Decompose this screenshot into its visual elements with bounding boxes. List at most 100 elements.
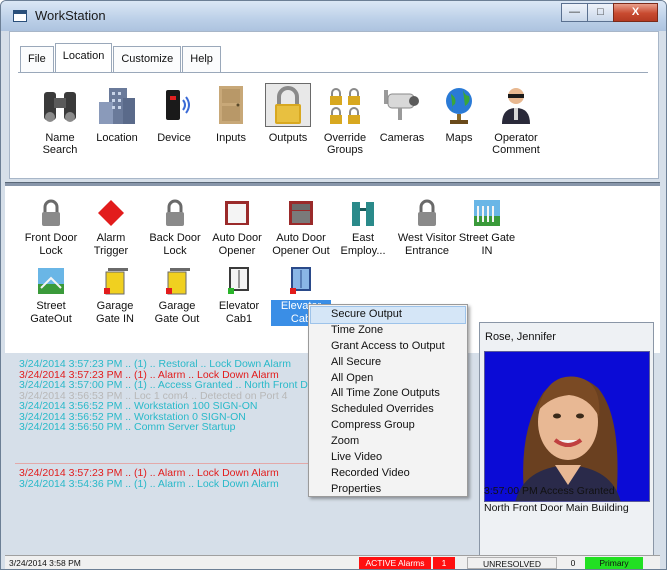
device-label: West Visitor Entrance [397, 232, 457, 257]
menu-secure-output[interactable]: Secure Output [310, 306, 466, 324]
tab-help[interactable]: Help [182, 46, 221, 72]
alarm-diamond-icon [96, 198, 126, 228]
device-label: Front Door Lock [24, 232, 78, 257]
device-label: Auto Door Opener Out [272, 232, 330, 257]
ribbon: File Location Customize Help Name Search… [9, 31, 659, 179]
device-front-door-lock[interactable]: Front Door Lock [21, 198, 81, 258]
unresolved-alarms-label[interactable]: UNRESOLVED Alarms [467, 557, 557, 569]
close-button[interactable]: X [613, 3, 658, 22]
door-icon [209, 84, 253, 126]
menu-all-open[interactable]: All Open [311, 371, 465, 387]
status-datetime: 3/24/2014 3:58 PM [9, 558, 81, 568]
tab-location[interactable]: Location [54, 43, 113, 72]
cardholder-event: 3:57:00 PM Access Granted [484, 485, 615, 497]
override-groups-label: Override Groups [323, 132, 367, 156]
alarm-log: 3/24/2014 3:57:23 PM .. (1) .. Alarm .. … [19, 468, 309, 498]
device-street-gate-out[interactable]: Street GateOut [21, 266, 81, 326]
minimize-button[interactable]: — [561, 3, 588, 22]
device-west-visitor-entrance[interactable]: West Visitor Entrance [397, 198, 457, 258]
active-alarms-count[interactable]: 1 [433, 557, 455, 569]
cardholder-location: North Front Door Main Building [484, 502, 629, 514]
auto-door-icon [222, 198, 252, 228]
menu-compress-group[interactable]: Compress Group [311, 418, 465, 434]
device-label: Alarm Trigger [93, 232, 129, 257]
maps-label: Maps [445, 132, 473, 144]
device-label: Elevator Cab1 [218, 300, 260, 325]
garage-gate-icon [100, 266, 130, 296]
outputs-button[interactable]: Outputs [260, 83, 316, 156]
location-button[interactable]: Location [89, 84, 145, 156]
device-label: Garage Gate Out [154, 300, 200, 325]
device-back-door-lock[interactable]: Back Door Lock [145, 198, 205, 258]
menu-live-video[interactable]: Live Video [311, 450, 465, 466]
device-auto-door-opener[interactable]: Auto Door Opener [207, 198, 267, 258]
maximize-button[interactable]: □ [587, 3, 614, 22]
window-controls: — □ X [561, 3, 658, 22]
menu-all-secure[interactable]: All Secure [311, 355, 465, 371]
event-row: 3/24/2014 3:56:50 PM .. Comm Server Star… [19, 421, 236, 433]
menu-properties[interactable]: Properties [311, 482, 465, 498]
globe-icon [437, 84, 481, 126]
menu-all-time-zone-outputs[interactable]: All Time Zone Outputs [311, 386, 465, 402]
tab-customize[interactable]: Customize [113, 46, 182, 72]
event-row: 3/24/2014 3:56:52 PM .. Workstation 100 … [19, 400, 258, 412]
menu-recorded-video[interactable]: Recorded Video [311, 466, 465, 482]
building-icon [95, 84, 139, 126]
padlock-icon [265, 83, 311, 127]
device-label: Street Gate IN [458, 232, 516, 257]
menu-time-zone[interactable]: Time Zone [311, 323, 465, 339]
device-label: Garage Gate IN [96, 300, 134, 325]
menu-tabs: File Location Customize Help [20, 43, 222, 72]
device-label: Street GateOut [30, 300, 72, 325]
event-log: 3/24/2014 3:57:23 PM .. (1) .. Restoral … [19, 358, 323, 459]
elevator-icon [224, 266, 254, 296]
workstation-window: WorkStation — □ X File Location Customiz… [0, 0, 667, 570]
elevator-icon [286, 266, 316, 296]
inputs-button[interactable]: Inputs [203, 84, 259, 156]
device-button[interactable]: Device [146, 84, 202, 156]
device-alarm-trigger[interactable]: Alarm Trigger [81, 198, 141, 258]
title-bar[interactable]: WorkStation — □ X [1, 1, 666, 31]
operator-comment-label: Operator Comment [492, 132, 540, 156]
device-label: Auto Door Opener [212, 232, 262, 257]
auto-door-icon [286, 198, 316, 228]
cardholder-photo [484, 351, 650, 502]
garage-gate-icon [162, 266, 192, 296]
menu-zoom[interactable]: Zoom [311, 434, 465, 450]
menu-grant-access[interactable]: Grant Access to Output [311, 339, 465, 355]
tab-divider [18, 72, 648, 73]
unresolved-alarms-count[interactable]: 0 [565, 557, 581, 569]
active-alarms-label[interactable]: ACTIVE Alarms [359, 557, 431, 569]
cameras-label: Cameras [379, 132, 425, 144]
override-groups-button[interactable]: Override Groups [317, 84, 373, 156]
maps-button[interactable]: Maps [431, 84, 487, 156]
device-elevator-cab1[interactable]: Elevator Cab1 [209, 266, 269, 326]
ribbon-toolbar: Name Search Location Device Inputs Outpu… [32, 83, 545, 156]
alarm-row[interactable]: 3/24/2014 3:54:36 PM .. (1) .. Alarm .. … [19, 479, 309, 490]
menu-scheduled-overrides[interactable]: Scheduled Overrides [311, 402, 465, 418]
cardholder-panel: Rose, Jennifer 3:57:00 PM Access Granted… [479, 322, 654, 564]
operator-comment-button[interactable]: Operator Comment [488, 84, 544, 156]
name-search-button[interactable]: Name Search [32, 84, 88, 156]
binoculars-icon [38, 84, 82, 126]
name-search-label: Name Search [42, 132, 78, 156]
window-title: WorkStation [35, 8, 106, 23]
event-row: 3/24/2014 3:57:23 PM .. (1) .. Restoral … [19, 358, 291, 370]
card-reader-icon [152, 84, 196, 126]
device-garage-gate-out[interactable]: Garage Gate Out [147, 266, 207, 326]
device-east-employee[interactable]: East Employ... [333, 198, 393, 258]
padlock-icon [36, 198, 66, 228]
device-garage-gate-in[interactable]: Garage Gate IN [85, 266, 145, 326]
device-label: Back Door Lock [149, 232, 201, 257]
device-label: East Employ... [340, 232, 386, 257]
camera-icon [380, 84, 424, 126]
outputs-label: Outputs [268, 132, 308, 144]
status-bar: 3/24/2014 3:58 PM ACTIVE Alarms 1 UNRESO… [5, 555, 660, 569]
device-auto-door-opener-out[interactable]: Auto Door Opener Out [271, 198, 331, 258]
device-street-gate-in[interactable]: Street Gate IN [457, 198, 517, 258]
cameras-button[interactable]: Cameras [374, 84, 430, 156]
gate-icon [472, 198, 502, 228]
gate-icon [36, 266, 66, 296]
tab-file[interactable]: File [20, 46, 54, 72]
location-label: Location [96, 132, 138, 144]
